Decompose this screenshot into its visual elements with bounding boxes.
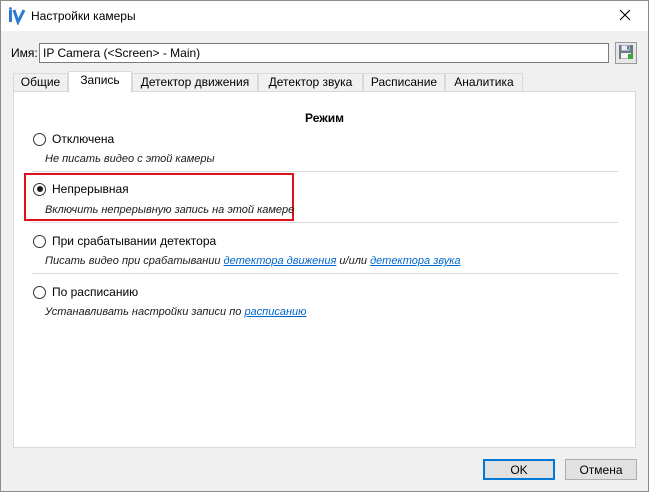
save-name-button[interactable] xyxy=(615,42,637,64)
iv-logo-icon xyxy=(8,7,26,26)
window-title: Настройки камеры xyxy=(31,9,136,23)
sound-detector-link[interactable]: детектора звука xyxy=(370,255,460,267)
name-label: Имя: xyxy=(11,46,38,60)
title-bar: Настройки камеры xyxy=(1,1,648,31)
recording-panel: Режим Отключена Не писать видео с этой к… xyxy=(13,91,636,448)
option-description: Устанавливать настройки записи по распис… xyxy=(45,306,307,318)
divider xyxy=(32,222,618,223)
section-title: Режим xyxy=(305,111,344,125)
option-description: Писать видео при срабатывании детектора … xyxy=(45,255,461,267)
radio-button[interactable] xyxy=(33,285,46,299)
radio-button[interactable] xyxy=(33,234,46,248)
save-disk-icon xyxy=(618,44,634,63)
tab-analytics[interactable]: Аналитика xyxy=(445,73,523,92)
close-button[interactable] xyxy=(602,1,648,31)
tab-motion-detector[interactable]: Детектор движения xyxy=(132,73,258,92)
option-description: Не писать видео с этой камеры xyxy=(45,153,215,165)
cancel-button[interactable]: Отмена xyxy=(565,459,637,480)
radio-disabled[interactable]: Отключена xyxy=(33,131,114,147)
ok-button[interactable]: OK xyxy=(483,459,555,480)
radio-on-detector[interactable]: При срабатывании детектора xyxy=(33,233,216,249)
radio-button-checked[interactable] xyxy=(33,182,46,196)
divider xyxy=(32,273,618,274)
tab-sound-detector[interactable]: Детектор звука xyxy=(258,73,363,92)
tab-recording[interactable]: Запись xyxy=(68,71,132,93)
camera-name-input[interactable] xyxy=(39,43,609,63)
radio-by-schedule[interactable]: По расписанию xyxy=(33,284,138,300)
radio-button[interactable] xyxy=(33,132,46,146)
tab-schedule[interactable]: Расписание xyxy=(363,73,445,92)
schedule-link[interactable]: расписанию xyxy=(244,306,306,318)
divider xyxy=(32,171,618,172)
camera-settings-dialog: Настройки камеры Имя: Общие Запись Детек… xyxy=(0,0,649,492)
option-description: Включить непрерывную запись на этой каме… xyxy=(45,204,295,216)
motion-detector-link[interactable]: детектора движения xyxy=(224,255,337,267)
radio-continuous[interactable]: Непрерывная xyxy=(33,181,129,197)
close-icon xyxy=(619,9,631,24)
tab-general[interactable]: Общие xyxy=(13,73,68,92)
